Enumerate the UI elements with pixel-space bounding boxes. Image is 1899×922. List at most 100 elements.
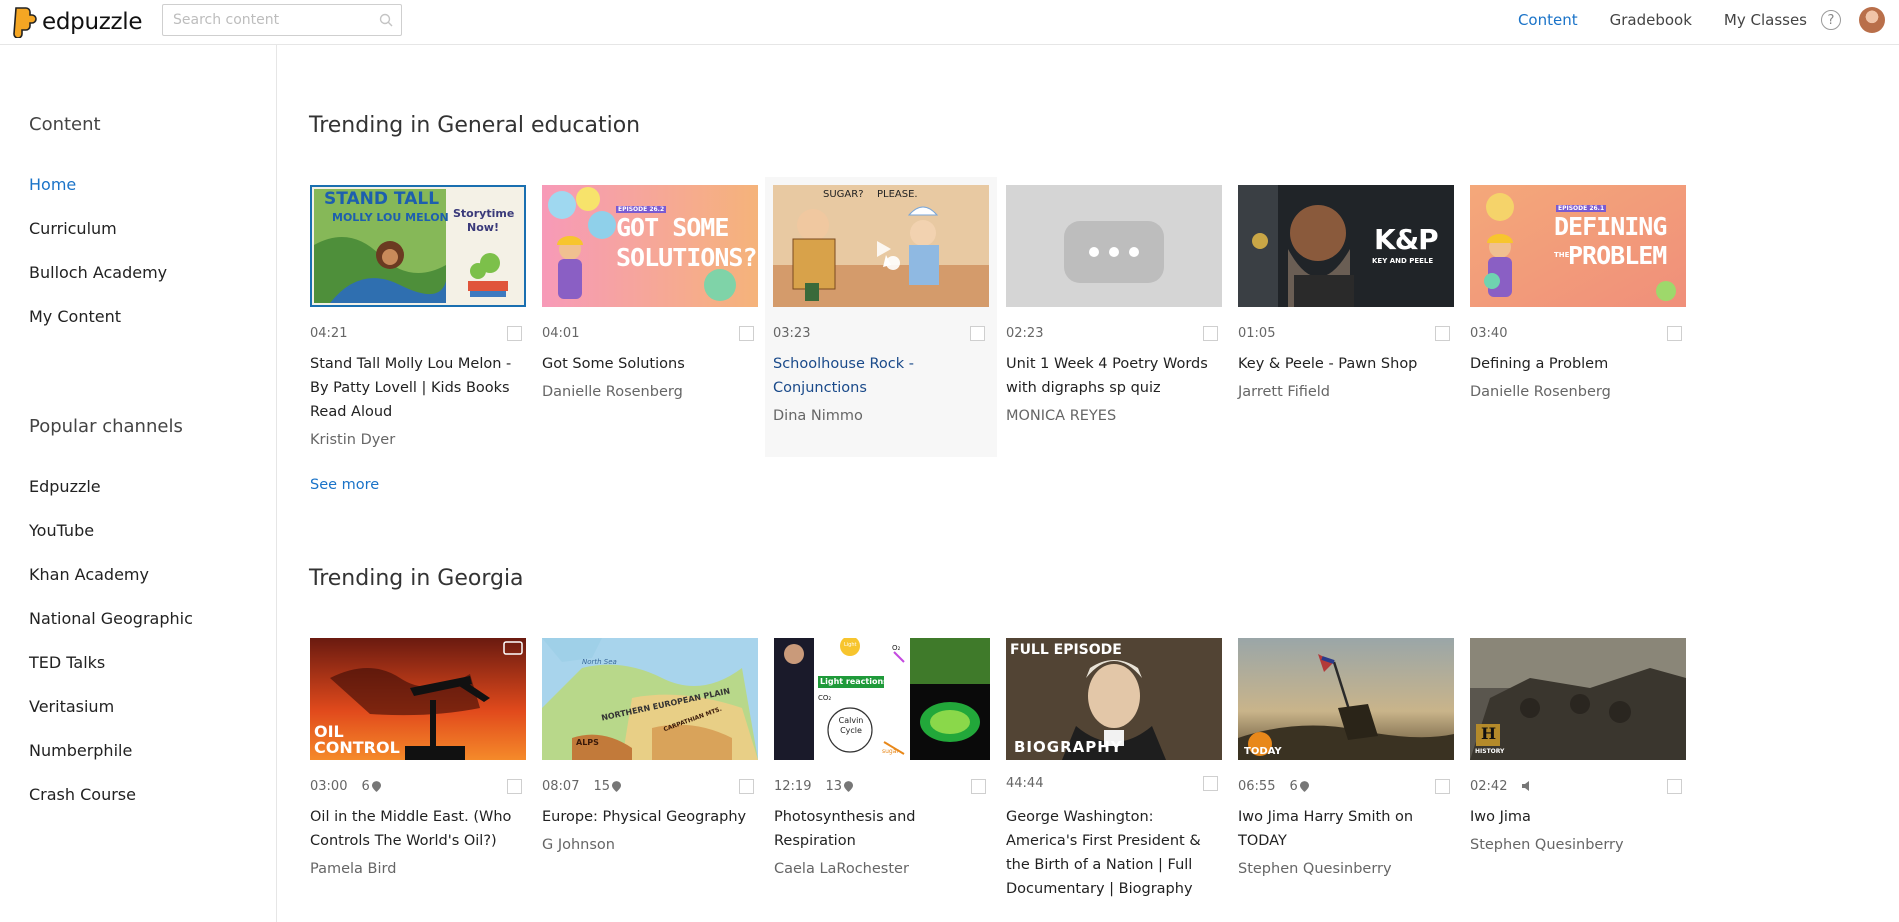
video-duration: 02:42 [1470, 778, 1508, 794]
video-thumbnail[interactable]: NORTHERN EUROPEAN PLAIN North Sea ALPS C… [542, 638, 758, 760]
video-duration: 03:00 [310, 778, 348, 794]
thumbnail-text: KEY AND PEELE [1372, 257, 1434, 265]
video-title[interactable]: George Washington: America's First Presi… [1006, 805, 1222, 901]
select-checkbox[interactable] [739, 326, 754, 341]
video-title[interactable]: Got Some Solutions [542, 352, 758, 376]
edpuzzle-logo[interactable]: edpuzzle [12, 6, 143, 38]
video-thumbnail[interactable]: EPISODE 26.2 GOT SOME SOLUTIONS? [542, 185, 758, 307]
avatar[interactable] [1859, 7, 1885, 33]
sidebar-item-home[interactable]: Home [29, 163, 167, 207]
video-card[interactable]: EPISODE 26.1 DEFINING THE PROBLEM 03:40 … [1470, 185, 1686, 400]
location-pin-icon [612, 780, 622, 792]
video-meta: 03:23 [773, 320, 989, 346]
sidebar: Content Home Curriculum Bulloch Academy … [0, 45, 277, 922]
sidebar-item-bulloch-academy[interactable]: Bulloch Academy [29, 251, 167, 295]
video-author[interactable]: Pamela Bird [310, 861, 526, 877]
video-card[interactable]: TODAY 06:55 6 Iwo Jima Harry Smith on TO… [1238, 638, 1454, 877]
thumbnail-text: BIOGRAPHY [1014, 738, 1123, 756]
select-checkbox[interactable] [1435, 779, 1450, 794]
channel-khan-academy[interactable]: Khan Academy [29, 553, 193, 597]
video-duration: 04:01 [542, 325, 580, 341]
select-checkbox[interactable] [1203, 326, 1218, 341]
video-thumbnail[interactable] [1006, 185, 1222, 307]
video-card[interactable]: STAND TALL MOLLY LOU MELON Storytime Now… [310, 185, 526, 448]
video-thumbnail[interactable]: Light Light reactions Calvin Cycle sugar… [774, 638, 990, 760]
video-author[interactable]: MONICA REYES [1006, 408, 1222, 424]
question-count: 6 [361, 778, 381, 794]
see-more-link[interactable]: See more [310, 477, 379, 493]
channel-crash-course[interactable]: Crash Course [29, 773, 193, 817]
channel-ted-talks[interactable]: TED Talks [29, 641, 193, 685]
channel-youtube[interactable]: YouTube [29, 509, 193, 553]
video-author[interactable]: Kristin Dyer [310, 432, 526, 448]
video-title[interactable]: Iwo Jima Harry Smith on TODAY [1238, 805, 1454, 853]
video-author[interactable]: G Johnson [542, 837, 758, 853]
select-checkbox[interactable] [970, 326, 985, 341]
video-card[interactable]: EPISODE 26.2 GOT SOME SOLUTIONS? 04:01 G… [542, 185, 758, 400]
video-thumbnail[interactable]: EPISODE 26.1 DEFINING THE PROBLEM [1470, 185, 1686, 307]
section-title-general-education: Trending in General education [309, 113, 641, 138]
video-card[interactable]: K&P KEY AND PEELE 01:05 Key & Peele - Pa… [1238, 185, 1454, 400]
thumbnail-text: ALPS [576, 738, 599, 747]
select-checkbox[interactable] [1435, 326, 1450, 341]
video-duration: 12:19 [774, 778, 812, 794]
video-title[interactable]: Key & Peele - Pawn Shop [1238, 352, 1454, 376]
content-menu: Home Curriculum Bulloch Academy My Conte… [29, 163, 167, 339]
search-icon[interactable] [379, 13, 393, 27]
nav-my-classes[interactable]: My Classes [1724, 11, 1807, 29]
search-box[interactable] [162, 4, 402, 36]
sidebar-item-my-content[interactable]: My Content [29, 295, 167, 339]
video-thumbnail[interactable]: FULL EPISODE BIOGRAPHY [1006, 638, 1222, 760]
video-thumbnail[interactable]: STAND TALL MOLLY LOU MELON Storytime Now… [310, 185, 526, 307]
video-title[interactable]: Europe: Physical Geography [542, 805, 758, 829]
video-title[interactable]: Unit 1 Week 4 Poetry Words with digraphs… [1006, 352, 1222, 400]
video-thumbnail[interactable]: SUGAR? PLEASE. [773, 185, 989, 307]
select-checkbox[interactable] [971, 779, 986, 794]
video-meta: 12:19 13 [774, 773, 990, 799]
select-checkbox[interactable] [1667, 326, 1682, 341]
video-title[interactable]: Iwo Jima [1470, 805, 1686, 829]
select-checkbox[interactable] [1203, 776, 1218, 791]
video-duration: 04:21 [310, 325, 348, 341]
video-title[interactable]: Oil in the Middle East. (Who Controls Th… [310, 805, 526, 853]
select-checkbox[interactable] [507, 326, 522, 341]
video-thumbnail[interactable]: TODAY [1238, 638, 1454, 760]
channel-numberphile[interactable]: Numberphile [29, 729, 193, 773]
sidebar-item-curriculum[interactable]: Curriculum [29, 207, 167, 251]
video-thumbnail[interactable]: OIL CONTROL [310, 638, 526, 760]
video-thumbnail[interactable]: H HISTORY [1470, 638, 1686, 760]
video-author[interactable]: Caela LaRochester [774, 861, 990, 877]
channel-national-geographic[interactable]: National Geographic [29, 597, 193, 641]
select-checkbox[interactable] [1667, 779, 1682, 794]
channel-edpuzzle[interactable]: Edpuzzle [29, 465, 193, 509]
video-card[interactable]: Light Light reactions Calvin Cycle sugar… [774, 638, 990, 877]
video-title[interactable]: Stand Tall Molly Lou Melon - By Patty Lo… [310, 352, 526, 424]
video-author[interactable]: Danielle Rosenberg [1470, 384, 1686, 400]
video-title[interactable]: Defining a Problem [1470, 352, 1686, 376]
channel-veritasium[interactable]: Veritasium [29, 685, 193, 729]
nav-content[interactable]: Content [1518, 11, 1578, 29]
video-title[interactable]: Schoolhouse Rock - Conjunctions [773, 352, 989, 400]
video-thumbnail[interactable]: K&P KEY AND PEELE [1238, 185, 1454, 307]
video-card[interactable]: NORTHERN EUROPEAN PLAIN North Sea ALPS C… [542, 638, 758, 853]
help-icon[interactable]: ? [1821, 10, 1841, 30]
video-author[interactable]: Dina Nimmo [773, 408, 989, 424]
video-author[interactable]: Stephen Quesinberry [1470, 837, 1686, 853]
nav-gradebook[interactable]: Gradebook [1610, 11, 1692, 29]
thumbnail-text: STAND TALL [324, 189, 440, 209]
video-card[interactable]: OIL CONTROL 03:00 6 Oil in the Middle Ea… [310, 638, 526, 877]
video-author[interactable]: Jarrett Fifield [1238, 384, 1454, 400]
video-author[interactable]: Stephen Quesinberry [1238, 861, 1454, 877]
video-card[interactable]: SUGAR? PLEASE. 03:23 Schoolhouse Rock - … [765, 177, 997, 457]
select-checkbox[interactable] [739, 779, 754, 794]
video-card[interactable]: FULL EPISODE BIOGRAPHY 44:44 George Wash… [1006, 638, 1222, 901]
question-count-value: 6 [361, 778, 370, 794]
puzzle-logo-icon [13, 7, 37, 38]
thumbnail-text: EPISODE 26.2 [616, 206, 667, 213]
video-author[interactable]: Danielle Rosenberg [542, 384, 758, 400]
select-checkbox[interactable] [507, 779, 522, 794]
search-input[interactable] [173, 5, 373, 35]
video-title[interactable]: Photosynthesis and Respiration [774, 805, 990, 853]
video-card[interactable]: 02:23 Unit 1 Week 4 Poetry Words with di… [1006, 185, 1222, 424]
video-card[interactable]: H HISTORY 02:42 Iwo Jima Stephen Quesinb… [1470, 638, 1686, 853]
